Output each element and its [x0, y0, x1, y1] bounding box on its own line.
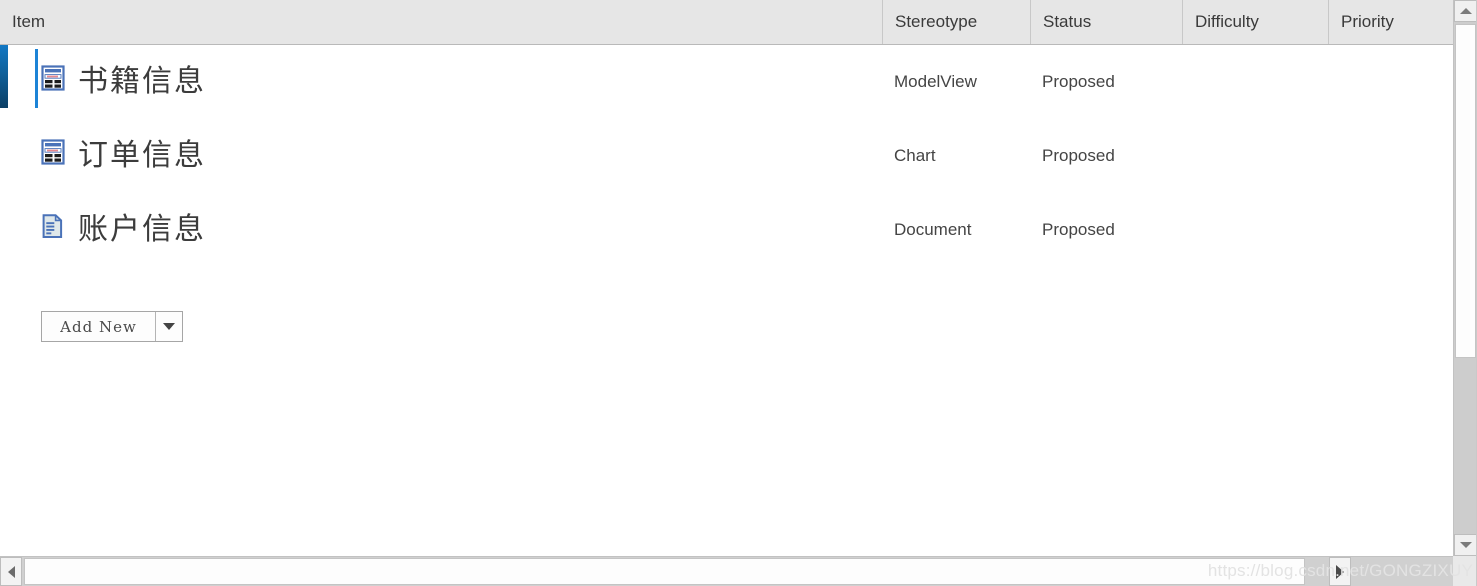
vertical-scrollbar-thumb[interactable] — [1455, 24, 1476, 358]
triangle-left-icon — [7, 565, 15, 578]
triangle-up-icon — [1459, 8, 1472, 14]
row-item-label: 书籍信息 — [78, 64, 206, 99]
column-header-difficulty[interactable]: Difficulty — [1182, 0, 1328, 44]
row-stereotype-cell[interactable]: Document — [882, 193, 1030, 267]
scrollbar-corner — [1453, 556, 1477, 586]
row-item-cell[interactable]: 书籍信息 — [0, 45, 882, 119]
row-priority-cell[interactable] — [1328, 45, 1453, 119]
column-header-stereotype-label: Stereotype — [895, 12, 978, 31]
column-header-status[interactable]: Status — [1030, 0, 1182, 44]
scroll-down-button[interactable] — [1454, 534, 1477, 556]
add-new-button-label: Add New — [60, 317, 137, 336]
row-status-cell[interactable]: Proposed — [1030, 119, 1182, 193]
table-row[interactable]: 订单信息 Chart Proposed — [0, 119, 1453, 193]
chevron-down-icon — [163, 323, 175, 330]
row-status-cell[interactable]: Proposed — [1030, 45, 1182, 119]
scroll-right-button[interactable] — [1329, 557, 1351, 586]
row-item-cell[interactable]: 账户信息 — [0, 193, 882, 267]
vertical-scrollbar[interactable] — [1453, 0, 1477, 556]
column-header-item-label: Item — [12, 12, 46, 31]
estimation-item-grid: Item Stereotype Status Difficulty Priori… — [0, 0, 1477, 586]
column-header-priority-label: Priority — [1341, 12, 1394, 31]
column-header-status-label: Status — [1043, 12, 1092, 31]
modelview-diagram-icon — [41, 65, 65, 91]
horizontal-scrollbar[interactable] — [0, 556, 1453, 586]
column-header-priority[interactable]: Priority — [1328, 0, 1453, 44]
row-item-label: 账户信息 — [78, 212, 206, 247]
column-header-item[interactable]: Item — [0, 0, 882, 44]
table-row[interactable]: 账户信息 Document Proposed — [0, 193, 1453, 267]
row-stereotype-cell[interactable]: ModelView — [882, 45, 1030, 119]
grid-header-row: Item Stereotype Status Difficulty Priori… — [0, 0, 1453, 45]
scroll-up-button[interactable] — [1454, 0, 1477, 22]
column-header-stereotype[interactable]: Stereotype — [882, 0, 1030, 44]
row-priority-cell[interactable] — [1328, 193, 1453, 267]
triangle-down-icon — [1459, 542, 1472, 548]
add-new-button[interactable]: Add New — [41, 311, 183, 342]
table-row[interactable]: 书籍信息 ModelView Proposed — [0, 45, 1453, 119]
row-item-cell[interactable]: 订单信息 — [0, 119, 882, 193]
column-header-difficulty-label: Difficulty — [1195, 12, 1259, 31]
chart-diagram-icon — [41, 139, 65, 165]
row-status-cell[interactable]: Proposed — [1030, 193, 1182, 267]
row-priority-cell[interactable] — [1328, 119, 1453, 193]
document-page-icon — [41, 213, 65, 239]
horizontal-scrollbar-thumb[interactable] — [24, 558, 1305, 585]
row-stereotype-cell[interactable]: Chart — [882, 119, 1030, 193]
row-difficulty-cell[interactable] — [1182, 119, 1328, 193]
row-difficulty-cell[interactable] — [1182, 45, 1328, 119]
scroll-left-button[interactable] — [0, 557, 22, 586]
row-item-label: 订单信息 — [78, 138, 206, 173]
add-new-dropdown-button[interactable] — [155, 312, 182, 341]
grid-body: 书籍信息 ModelView Proposed 订单信息 Chart Propo… — [0, 45, 1453, 556]
triangle-right-icon — [1336, 564, 1344, 579]
row-difficulty-cell[interactable] — [1182, 193, 1328, 267]
